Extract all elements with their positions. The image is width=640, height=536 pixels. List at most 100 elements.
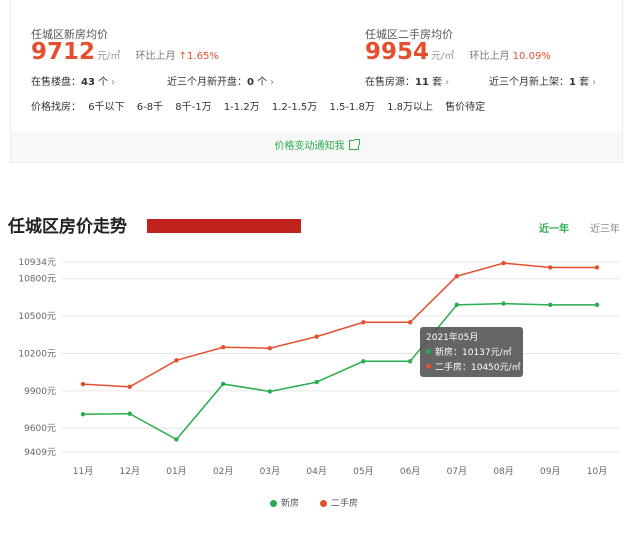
- data-point[interactable]: [267, 389, 273, 394]
- price-summary-panel: 任城区新房均价 9712 元/㎡ 环比上月 ↑1.65% 在售楼盘：43 个 › 近…: [10, 0, 623, 163]
- legend-new-dot-icon: [270, 500, 277, 507]
- price-filter-label: 价格找房：: [31, 102, 81, 113]
- data-point[interactable]: [174, 358, 179, 363]
- tab-three-years[interactable]: 近三年: [590, 220, 620, 235]
- x-tick-label: 07月: [447, 466, 467, 477]
- tab-one-year[interactable]: 近一年: [539, 220, 569, 235]
- data-point[interactable]: [220, 345, 226, 350]
- new-home-recent-label: 近三个月新开盘：: [167, 77, 247, 88]
- x-axis-ticks: 11月 12月 01月 02月 03月 04月 05月 06月 07月 08月 09月 10月: [73, 466, 607, 477]
- new-home-on-sale-link[interactable]: 在售楼盘：43 个 ›: [31, 73, 115, 88]
- new-dot-icon: [426, 349, 431, 354]
- new-home-change: 环比上月 ↑1.65%: [135, 51, 218, 62]
- tooltip-second: 二手房：10450元/㎡: [426, 361, 521, 376]
- chevron-right-icon: ›: [445, 77, 450, 88]
- redaction-bar: [147, 219, 301, 233]
- data-point[interactable]: [454, 302, 460, 308]
- data-point[interactable]: [548, 265, 553, 270]
- second-hand-change-value: 10.09%: [512, 51, 551, 62]
- data-point[interactable]: [501, 301, 506, 306]
- price-filter-option[interactable]: 6-8千: [137, 102, 163, 113]
- data-point[interactable]: [314, 379, 319, 385]
- price-filter-option[interactable]: 售价待定: [445, 102, 485, 113]
- price-filter-option[interactable]: 1-1.2万: [224, 102, 260, 113]
- data-point[interactable]: [314, 334, 319, 339]
- data-point[interactable]: [594, 302, 600, 308]
- trend-title: 任城区房价走势: [8, 217, 127, 237]
- second-hand-change: 环比上月 10.09%: [469, 51, 550, 62]
- second-hand-price: 9954: [365, 39, 430, 65]
- price-filter-option[interactable]: 1.5-1.8万: [329, 102, 374, 113]
- new-home-change-value: ↑1.65%: [178, 51, 219, 62]
- new-home-on-sale-unit: 个: [98, 77, 109, 88]
- data-point[interactable]: [174, 437, 179, 442]
- data-point[interactable]: [501, 260, 506, 266]
- x-tick-label: 11月: [73, 466, 93, 477]
- new-home-price-unit: 元/㎡: [97, 51, 121, 62]
- y-tick-label: 9600元: [24, 424, 56, 434]
- x-tick-label: 12月: [120, 466, 140, 477]
- price-trend-chart[interactable]: 9409元9600元9900元10200元10500元10800元10934元 …: [0, 240, 640, 490]
- x-tick-label: 03月: [260, 466, 280, 477]
- price-filter: 价格找房： 6千以下 6-8千 8千-1万 1-1.2万 1.2-1.5万 1.…: [31, 98, 494, 113]
- data-point[interactable]: [548, 302, 553, 308]
- second-hand-on-sale-link[interactable]: 在售房源：11 套 ›: [365, 73, 449, 88]
- data-point[interactable]: [407, 359, 413, 364]
- y-axis-ticks: 9409元 9600元 9900元 10200元 10500元 10800元 10934元: [18, 258, 56, 458]
- x-tick-label: 05月: [353, 466, 373, 477]
- new-home-recent-value: 0: [247, 77, 254, 88]
- price-filter-option[interactable]: 1.2-1.5万: [272, 102, 317, 113]
- legend-new-label: 新房: [281, 499, 300, 509]
- new-home-recent-unit: 个: [257, 77, 268, 88]
- price-change-notify-button[interactable]: 价格变动通知我: [11, 132, 622, 162]
- x-tick-label: 02月: [213, 466, 233, 477]
- grid: [62, 261, 620, 453]
- x-tick-label: 09月: [540, 466, 560, 477]
- chevron-right-icon: ›: [592, 77, 597, 88]
- data-point[interactable]: [407, 320, 413, 325]
- chart-tooltip: 2021年05月 新房：10137元/㎡ 二手房：10450元/㎡: [420, 327, 523, 377]
- legend-second[interactable]: 二手房: [319, 499, 358, 509]
- chevron-right-icon: ›: [111, 77, 116, 88]
- data-point[interactable]: [80, 381, 86, 387]
- price-filter-option[interactable]: 6千以下: [88, 102, 124, 113]
- legend-second-dot-icon: [319, 500, 327, 507]
- data-point[interactable]: [127, 411, 132, 416]
- y-tick-label: 9409元: [24, 448, 56, 458]
- second-hand-change-label: 环比上月: [469, 51, 510, 62]
- data-point[interactable]: [80, 412, 86, 417]
- new-home-on-sale-value: 43: [81, 77, 95, 88]
- data-point[interactable]: [267, 346, 273, 351]
- x-tick-label: 01月: [166, 466, 186, 477]
- legend-new[interactable]: 新房: [270, 499, 299, 509]
- second-hand-price-unit: 元/㎡: [431, 51, 455, 62]
- x-tick-label: 08月: [493, 466, 513, 477]
- data-point[interactable]: [594, 265, 600, 270]
- y-tick-label: 10800元: [18, 275, 56, 285]
- y-tick-label: 9900元: [24, 387, 56, 397]
- chevron-right-icon: ›: [270, 77, 275, 88]
- legend-second-label: 二手房: [330, 499, 358, 509]
- second-hand-on-sale-value: 11: [415, 77, 429, 88]
- data-point[interactable]: [220, 381, 226, 387]
- x-tick-label: 10月: [587, 466, 607, 477]
- y-tick-label: 10500元: [18, 312, 56, 322]
- data-point[interactable]: [361, 320, 366, 325]
- data-point[interactable]: [454, 274, 460, 279]
- data-point[interactable]: [361, 359, 366, 364]
- new-home-change-label: 环比上月: [135, 51, 176, 62]
- y-tick-label: 10200元: [18, 349, 56, 359]
- tooltip-second-text: 二手房：10450元/㎡: [435, 363, 521, 373]
- notify-label: 价格变动通知我: [274, 141, 345, 152]
- new-home-recent-link[interactable]: 近三个月新开盘：0 个 ›: [167, 73, 274, 88]
- second-hand-on-sale-unit: 套: [432, 77, 443, 88]
- data-point[interactable]: [127, 384, 132, 390]
- external-link-icon: [348, 139, 360, 150]
- second-dot-icon: [426, 364, 431, 369]
- price-filter-option[interactable]: 1.8万以上: [387, 102, 433, 113]
- x-tick-label: 06月: [400, 466, 420, 477]
- x-tick-label: 04月: [306, 466, 326, 477]
- second-hand-recent-link[interactable]: 近三个月新上架：1 套 ›: [489, 73, 596, 88]
- tooltip-new: 新房：10137元/㎡: [426, 346, 517, 361]
- price-filter-option[interactable]: 8千-1万: [175, 102, 211, 113]
